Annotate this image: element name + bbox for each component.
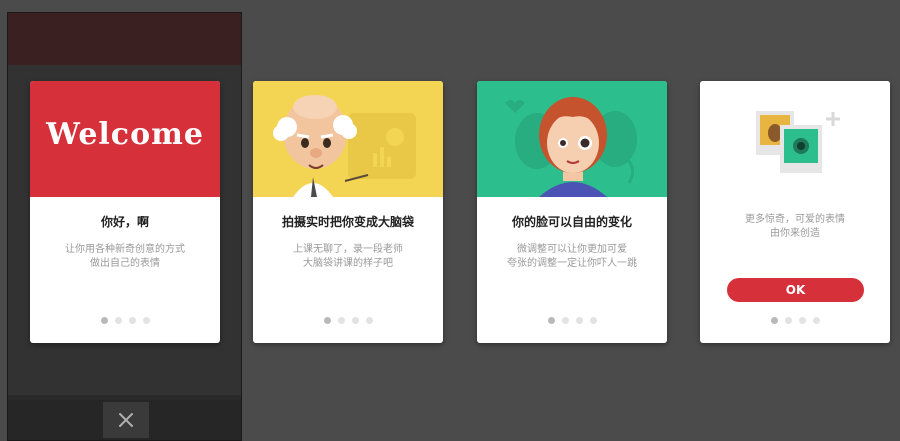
- girl-icon: [505, 97, 637, 197]
- page-dot-active[interactable]: [547, 317, 555, 324]
- page-dot[interactable]: [351, 317, 359, 324]
- welcome-banner-text: Welcome: [46, 117, 204, 152]
- page-dot[interactable]: [561, 317, 569, 324]
- ok-button[interactable]: OK: [727, 278, 864, 302]
- onboarding-card-bighead: 拍摄实时把你变成大脑袋 上课无聊了，录一段老师 大脑袋讲课的样子吧: [253, 81, 443, 343]
- card-description-line: 大脑袋讲课的样子吧: [303, 258, 393, 269]
- close-button[interactable]: [103, 402, 149, 438]
- card-description: 上课无聊了，录一段老师 大脑袋讲课的样子吧: [253, 243, 443, 271]
- photos-plus-icon: [756, 111, 840, 173]
- professor-icon: [273, 95, 416, 197]
- phone-bottom-bar: [8, 400, 241, 440]
- card-description-line: 夸张的调整一定让你吓人一跳: [507, 258, 637, 269]
- card-description-line: 做出自己的表情: [90, 258, 160, 269]
- page-dot[interactable]: [128, 317, 136, 324]
- page-dot-active[interactable]: [770, 317, 778, 324]
- page-dot[interactable]: [589, 317, 597, 324]
- card-description: 让你用各种新奇创意的方式 做出自己的表情: [30, 243, 220, 271]
- card-description-line: 让你用各种新奇创意的方式: [65, 244, 185, 255]
- card-description-line: 更多惊奇，可爱的表情: [745, 214, 845, 225]
- onboarding-card-face: 你的脸可以自由的变化 微调整可以让你更加可爱 夸张的调整一定让你吓人一跳: [477, 81, 667, 343]
- card-description-line: 微调整可以让你更加可爱: [517, 244, 627, 255]
- page-dot-active[interactable]: [323, 317, 331, 324]
- card-description-line: 由你来创造: [770, 228, 820, 239]
- page-dot[interactable]: [784, 317, 792, 324]
- card-description: 微调整可以让你更加可爱 夸张的调整一定让你吓人一跳: [477, 243, 667, 271]
- onboarding-card-welcome: Welcome 你好，啊 让你用各种新奇创意的方式 做出自己的表情: [30, 81, 220, 343]
- card-title: 你的脸可以自由的变化: [511, 215, 632, 229]
- card-title: 拍摄实时把你变成大脑袋: [281, 215, 414, 229]
- page-indicator: [253, 317, 443, 324]
- onboarding-card-create: 更多惊奇，可爱的表情 由你来创造 OK: [700, 81, 890, 343]
- page-dot[interactable]: [114, 317, 122, 324]
- professor-illustration: [253, 81, 443, 197]
- close-icon: [119, 413, 133, 427]
- page-indicator: [700, 317, 890, 324]
- page-dot[interactable]: [798, 317, 806, 324]
- page-dot[interactable]: [365, 317, 373, 324]
- photos-plus-illustration: [700, 81, 890, 197]
- page-dot[interactable]: [812, 317, 820, 324]
- page-indicator: [477, 317, 667, 324]
- card-description-line: 上课无聊了，录一段老师: [293, 244, 403, 255]
- phone-status-area: [8, 13, 241, 65]
- card-title: 你好，啊: [100, 215, 149, 229]
- page-indicator: [30, 317, 220, 324]
- page-dot-active[interactable]: [100, 317, 108, 324]
- page-dot[interactable]: [575, 317, 583, 324]
- welcome-banner: Welcome: [30, 81, 220, 197]
- page-dot[interactable]: [337, 317, 345, 324]
- card-description: 更多惊奇，可爱的表情 由你来创造: [700, 213, 890, 241]
- page-dot[interactable]: [142, 317, 150, 324]
- girl-illustration: [477, 81, 667, 197]
